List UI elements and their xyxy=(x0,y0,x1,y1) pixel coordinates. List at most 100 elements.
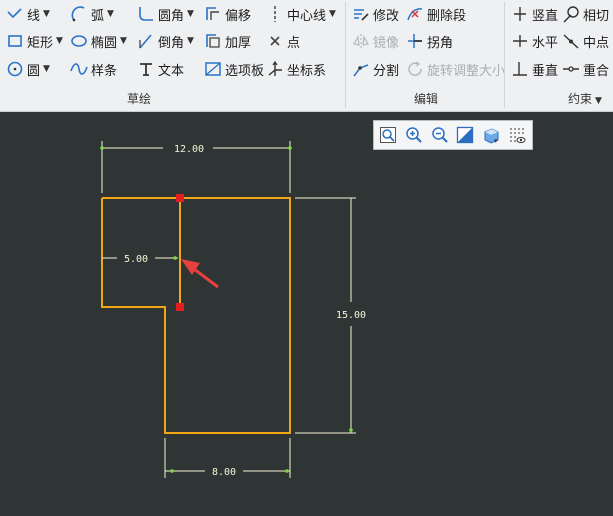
point-icon xyxy=(270,36,280,46)
modify-button[interactable]: 修改 xyxy=(352,3,399,25)
refit-icon xyxy=(379,127,396,143)
dimension-left-value[interactable]: 5.00 xyxy=(124,254,148,265)
rotate-resize-icon xyxy=(408,61,422,76)
dimension-top-value[interactable]: 12.00 xyxy=(174,144,204,155)
tangent-icon xyxy=(563,6,579,23)
mirror-button[interactable]: 镜像 xyxy=(352,30,399,52)
sketch-profile[interactable] xyxy=(101,197,291,434)
centerline-label: 中心线 xyxy=(287,8,327,24)
rectangle-button[interactable]: 矩形 ▼ xyxy=(6,30,63,52)
point-label: 点 xyxy=(287,35,301,51)
chevron-down-icon[interactable]: ▼ xyxy=(43,64,50,74)
chevron-down-icon[interactable]: ▼ xyxy=(187,36,194,46)
centerline-button[interactable]: 中心线 ▼ xyxy=(266,3,336,25)
display-style-button[interactable]: ▾ xyxy=(480,124,502,146)
corner-label: 拐角 xyxy=(427,35,454,51)
vertical-button[interactable]: 竖直 xyxy=(511,3,558,25)
modify-icon xyxy=(354,9,369,21)
chevron-down-icon[interactable]: ▼ xyxy=(329,9,336,19)
chevron-down-icon[interactable]: ▼ xyxy=(187,9,194,19)
chevron-down-icon[interactable]: ▼ xyxy=(120,36,127,46)
point-button[interactable]: 点 xyxy=(266,30,300,52)
coord-system-button[interactable]: 坐标系 xyxy=(266,58,326,80)
corner-button[interactable]: 拐角 xyxy=(406,30,453,52)
horizontal-icon xyxy=(513,35,527,47)
constraint-group-label: 约束 xyxy=(568,92,593,106)
zoom-out-button[interactable] xyxy=(429,124,451,146)
constraint-group-menu[interactable]: 约束 ▼ xyxy=(568,90,602,107)
dimension-right-value[interactable]: 15.00 xyxy=(336,310,366,321)
repaint-icon xyxy=(457,126,474,144)
fillet-button[interactable]: 圆角 ▼ xyxy=(137,3,194,25)
coincident-button[interactable]: 重合 xyxy=(562,58,609,80)
ellipse-button[interactable]: 椭圆 ▼ xyxy=(70,30,127,52)
divide-button[interactable]: 分割 xyxy=(352,58,399,80)
spline-label: 样条 xyxy=(91,63,118,79)
line-button[interactable]: 线 ▼ xyxy=(6,3,50,25)
sketch-display-button[interactable] xyxy=(506,124,528,146)
perpendicular-button[interactable]: 垂直 xyxy=(511,58,558,80)
sketch-canvas[interactable]: 12.00 5.00 15.00 8.00 xyxy=(0,111,613,516)
midpoint-button[interactable]: 中点 xyxy=(562,30,609,52)
chevron-down-icon[interactable]: ▼ xyxy=(43,9,50,19)
dimension-arrow-marker xyxy=(173,256,177,260)
offset-button[interactable]: 偏移 xyxy=(204,3,251,25)
delete-segment-button[interactable]: 删除段 xyxy=(406,3,466,25)
coincident-icon xyxy=(563,66,579,72)
ellipse-label: 椭圆 xyxy=(91,35,118,51)
thicken-button[interactable]: 加厚 xyxy=(204,30,251,52)
line-icon xyxy=(7,8,22,19)
repaint-button[interactable] xyxy=(454,124,476,146)
ellipse-icon xyxy=(71,35,87,47)
spline-button[interactable]: 样条 xyxy=(70,58,117,80)
sketch-group: 线 ▼ 弧 ▼ 圆角 ▼ 偏移 中心线 ▼ 矩形 ▼ 椭圆 ▼ 倒角 ▼ 加厚 … xyxy=(0,0,345,111)
spline-icon xyxy=(70,63,88,75)
chamfer-button[interactable]: 倒角 ▼ xyxy=(137,30,194,52)
annotation-arrow-icon xyxy=(181,259,219,289)
coord-system-label: 坐标系 xyxy=(287,63,327,79)
zoom-in-button[interactable] xyxy=(403,124,425,146)
view-toolbar: ▾ xyxy=(373,120,533,150)
line-label: 线 xyxy=(27,8,41,24)
rectangle-label: 矩形 xyxy=(27,35,54,51)
coincident-label: 重合 xyxy=(583,63,610,79)
chamfer-icon xyxy=(139,34,152,49)
dimension-arrow-marker xyxy=(288,146,292,150)
horizontal-button[interactable]: 水平 xyxy=(511,30,558,52)
fillet-icon xyxy=(139,7,153,21)
vertical-label: 竖直 xyxy=(532,8,559,24)
edit-group-label: 编辑 xyxy=(414,92,439,106)
dimension-arrow-marker xyxy=(100,146,104,150)
ribbon: 线 ▼ 弧 ▼ 圆角 ▼ 偏移 中心线 ▼ 矩形 ▼ 椭圆 ▼ 倒角 ▼ 加厚 … xyxy=(0,0,613,112)
circle-button[interactable]: 圆 ▼ xyxy=(6,58,50,80)
circle-icon xyxy=(7,61,23,77)
tangent-button[interactable]: 相切 xyxy=(562,3,609,25)
midpoint-label: 中点 xyxy=(583,35,610,51)
refit-button[interactable] xyxy=(377,124,399,146)
endpoint-marker[interactable] xyxy=(176,303,184,311)
horizontal-label: 水平 xyxy=(532,35,559,51)
modify-label: 修改 xyxy=(373,8,400,24)
mirror-icon xyxy=(353,34,369,48)
delete-segment-icon xyxy=(407,8,423,21)
arc-icon xyxy=(71,6,85,22)
centerline-icon xyxy=(274,6,276,22)
zoom-out-icon xyxy=(431,127,448,143)
chevron-down-icon[interactable]: ▼ xyxy=(107,9,114,19)
chevron-down-icon[interactable]: ▼ xyxy=(56,36,63,46)
palette-button[interactable]: 选项板 xyxy=(204,58,264,80)
edit-group: 修改 删除段 镜像 拐角 分割 旋转调整大小 编辑 xyxy=(346,0,505,111)
display-style-icon: ▾ xyxy=(484,128,499,144)
rectangle-icon xyxy=(8,35,22,47)
endpoint-marker[interactable] xyxy=(176,194,184,202)
rotate-resize-button[interactable]: 旋转调整大小 xyxy=(406,58,505,80)
coord-system-icon xyxy=(268,60,282,76)
arc-button[interactable]: 弧 ▼ xyxy=(70,3,114,25)
vertical-icon xyxy=(514,7,526,21)
offset-label: 偏移 xyxy=(225,8,252,24)
text-button[interactable]: 文本 xyxy=(137,58,184,80)
sketch-group-label: 草绘 xyxy=(127,92,152,106)
text-label: 文本 xyxy=(158,63,185,79)
dimension-bottom-value[interactable]: 8.00 xyxy=(212,467,236,478)
palette-icon xyxy=(205,62,221,76)
